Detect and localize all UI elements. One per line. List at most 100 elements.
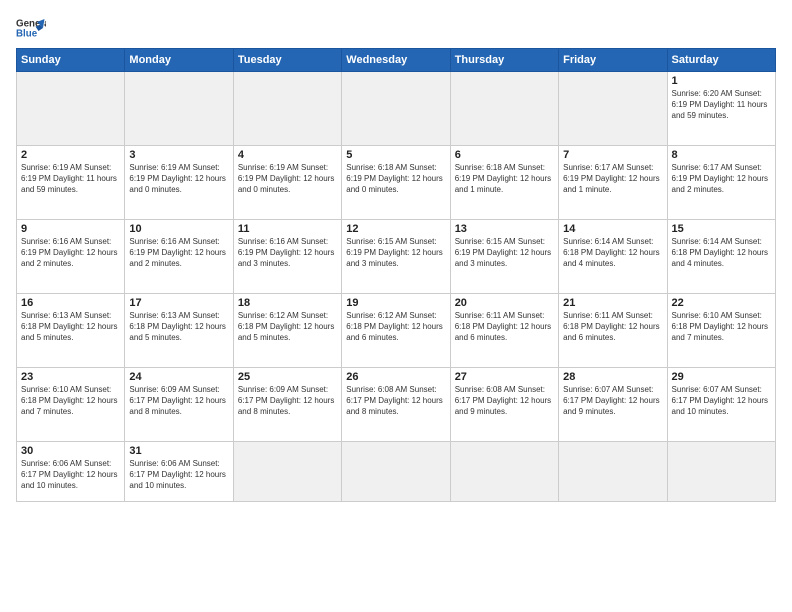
header: General Blue — [16, 16, 776, 40]
day-number: 12 — [346, 223, 445, 235]
day-info: Sunrise: 6:09 AM Sunset: 6:17 PM Dayligh… — [238, 384, 337, 418]
day-info: Sunrise: 6:10 AM Sunset: 6:18 PM Dayligh… — [672, 310, 771, 344]
day-number: 3 — [129, 149, 228, 161]
day-info: Sunrise: 6:11 AM Sunset: 6:18 PM Dayligh… — [563, 310, 662, 344]
calendar-cell: 8Sunrise: 6:17 AM Sunset: 6:19 PM Daylig… — [667, 146, 775, 220]
day-number: 29 — [672, 371, 771, 383]
day-number: 10 — [129, 223, 228, 235]
weekday-header-tuesday: Tuesday — [233, 49, 341, 72]
day-info: Sunrise: 6:17 AM Sunset: 6:19 PM Dayligh… — [672, 162, 771, 196]
day-number: 27 — [455, 371, 554, 383]
calendar-cell — [342, 72, 450, 146]
day-number: 23 — [21, 371, 120, 383]
weekday-header-monday: Monday — [125, 49, 233, 72]
calendar-cell: 6Sunrise: 6:18 AM Sunset: 6:19 PM Daylig… — [450, 146, 558, 220]
calendar-table: SundayMondayTuesdayWednesdayThursdayFrid… — [16, 48, 776, 502]
day-number: 24 — [129, 371, 228, 383]
calendar-cell: 22Sunrise: 6:10 AM Sunset: 6:18 PM Dayli… — [667, 294, 775, 368]
day-info: Sunrise: 6:07 AM Sunset: 6:17 PM Dayligh… — [672, 384, 771, 418]
calendar-cell — [667, 442, 775, 502]
day-info: Sunrise: 6:06 AM Sunset: 6:17 PM Dayligh… — [21, 458, 120, 492]
day-info: Sunrise: 6:19 AM Sunset: 6:19 PM Dayligh… — [129, 162, 228, 196]
calendar-cell: 24Sunrise: 6:09 AM Sunset: 6:17 PM Dayli… — [125, 368, 233, 442]
day-info: Sunrise: 6:18 AM Sunset: 6:19 PM Dayligh… — [455, 162, 554, 196]
day-info: Sunrise: 6:20 AM Sunset: 6:19 PM Dayligh… — [672, 88, 771, 122]
day-info: Sunrise: 6:15 AM Sunset: 6:19 PM Dayligh… — [455, 236, 554, 270]
day-number: 8 — [672, 149, 771, 161]
day-number: 11 — [238, 223, 337, 235]
day-info: Sunrise: 6:09 AM Sunset: 6:17 PM Dayligh… — [129, 384, 228, 418]
day-number: 15 — [672, 223, 771, 235]
day-info: Sunrise: 6:13 AM Sunset: 6:18 PM Dayligh… — [129, 310, 228, 344]
day-info: Sunrise: 6:12 AM Sunset: 6:18 PM Dayligh… — [238, 310, 337, 344]
calendar-cell: 14Sunrise: 6:14 AM Sunset: 6:18 PM Dayli… — [559, 220, 667, 294]
day-info: Sunrise: 6:11 AM Sunset: 6:18 PM Dayligh… — [455, 310, 554, 344]
day-info: Sunrise: 6:19 AM Sunset: 6:19 PM Dayligh… — [238, 162, 337, 196]
calendar-cell: 19Sunrise: 6:12 AM Sunset: 6:18 PM Dayli… — [342, 294, 450, 368]
logo-icon: General Blue — [16, 16, 46, 40]
calendar-cell: 25Sunrise: 6:09 AM Sunset: 6:17 PM Dayli… — [233, 368, 341, 442]
day-info: Sunrise: 6:19 AM Sunset: 6:19 PM Dayligh… — [21, 162, 120, 196]
calendar-week-row: 16 Sunrise: 6:13 AM Sunset: 6:18 PM Dayli… — [17, 294, 776, 368]
calendar-cell: 21Sunrise: 6:11 AM Sunset: 6:18 PM Dayli… — [559, 294, 667, 368]
calendar-cell: 18Sunrise: 6:12 AM Sunset: 6:18 PM Dayli… — [233, 294, 341, 368]
calendar-cell: 26Sunrise: 6:08 AM Sunset: 6:17 PM Dayli… — [342, 368, 450, 442]
calendar-cell: 3Sunrise: 6:19 AM Sunset: 6:19 PM Daylig… — [125, 146, 233, 220]
calendar-cell — [450, 442, 558, 502]
svg-text:Blue: Blue — [16, 28, 38, 39]
day-number: 22 — [672, 297, 771, 309]
calendar-cell: 15Sunrise: 6:14 AM Sunset: 6:18 PM Dayli… — [667, 220, 775, 294]
calendar-week-row: 1Sunrise: 6:20 AM Sunset: 6:19 PM Daylig… — [17, 72, 776, 146]
calendar-cell — [233, 442, 341, 502]
day-info: Sunrise: 6:08 AM Sunset: 6:17 PM Dayligh… — [346, 384, 445, 418]
day-info: Sunrise: 6:16 AM Sunset: 6:19 PM Dayligh… — [238, 236, 337, 270]
calendar-cell: 11Sunrise: 6:16 AM Sunset: 6:19 PM Dayli… — [233, 220, 341, 294]
calendar-cell: 10Sunrise: 6:16 AM Sunset: 6:19 PM Dayli… — [125, 220, 233, 294]
calendar-cell: 7Sunrise: 6:17 AM Sunset: 6:19 PM Daylig… — [559, 146, 667, 220]
day-number: 2 — [21, 149, 120, 161]
page: General Blue SundayMondayTuesdayWednesda… — [0, 0, 792, 612]
day-number: 17 — [129, 297, 228, 309]
day-info: Sunrise: 6:17 AM Sunset: 6:19 PM Dayligh… — [563, 162, 662, 196]
calendar-cell: 31Sunrise: 6:06 AM Sunset: 6:17 PM Dayli… — [125, 442, 233, 502]
calendar-cell — [342, 442, 450, 502]
calendar-cell: 1Sunrise: 6:20 AM Sunset: 6:19 PM Daylig… — [667, 72, 775, 146]
day-number: 7 — [563, 149, 662, 161]
calendar-week-row: 9Sunrise: 6:16 AM Sunset: 6:19 PM Daylig… — [17, 220, 776, 294]
weekday-header-wednesday: Wednesday — [342, 49, 450, 72]
day-number: 5 — [346, 149, 445, 161]
calendar-cell — [450, 72, 558, 146]
calendar-cell: 20Sunrise: 6:11 AM Sunset: 6:18 PM Dayli… — [450, 294, 558, 368]
calendar-cell: 27Sunrise: 6:08 AM Sunset: 6:17 PM Dayli… — [450, 368, 558, 442]
calendar-cell — [233, 72, 341, 146]
day-info: Sunrise: 6:10 AM Sunset: 6:18 PM Dayligh… — [21, 384, 120, 418]
calendar-cell: 9Sunrise: 6:16 AM Sunset: 6:19 PM Daylig… — [17, 220, 125, 294]
logo: General Blue — [16, 16, 46, 40]
calendar-cell — [559, 72, 667, 146]
calendar-cell: 17Sunrise: 6:13 AM Sunset: 6:18 PM Dayli… — [125, 294, 233, 368]
day-number: 1 — [672, 75, 771, 87]
day-info: Sunrise: 6:16 AM Sunset: 6:19 PM Dayligh… — [129, 236, 228, 270]
day-number: 21 — [563, 297, 662, 309]
day-number: 19 — [346, 297, 445, 309]
calendar-cell — [559, 442, 667, 502]
day-info: Sunrise: 6:18 AM Sunset: 6:19 PM Dayligh… — [346, 162, 445, 196]
day-number: 4 — [238, 149, 337, 161]
day-number: 30 — [21, 445, 120, 457]
calendar-cell: 13Sunrise: 6:15 AM Sunset: 6:19 PM Dayli… — [450, 220, 558, 294]
calendar-week-row: 23Sunrise: 6:10 AM Sunset: 6:18 PM Dayli… — [17, 368, 776, 442]
day-number: 14 — [563, 223, 662, 235]
day-info: Sunrise: 6:14 AM Sunset: 6:18 PM Dayligh… — [672, 236, 771, 270]
weekday-header-sunday: Sunday — [17, 49, 125, 72]
day-number: 16 — [21, 297, 120, 309]
day-number: 28 — [563, 371, 662, 383]
day-number: 26 — [346, 371, 445, 383]
calendar-cell: 23Sunrise: 6:10 AM Sunset: 6:18 PM Dayli… — [17, 368, 125, 442]
day-number: 20 — [455, 297, 554, 309]
calendar-cell — [125, 72, 233, 146]
calendar-week-row: 30Sunrise: 6:06 AM Sunset: 6:17 PM Dayli… — [17, 442, 776, 502]
day-info: Sunrise: 6:14 AM Sunset: 6:18 PM Dayligh… — [563, 236, 662, 270]
calendar-week-row: 2Sunrise: 6:19 AM Sunset: 6:19 PM Daylig… — [17, 146, 776, 220]
weekday-header-row: SundayMondayTuesdayWednesdayThursdayFrid… — [17, 49, 776, 72]
calendar-cell: 4Sunrise: 6:19 AM Sunset: 6:19 PM Daylig… — [233, 146, 341, 220]
